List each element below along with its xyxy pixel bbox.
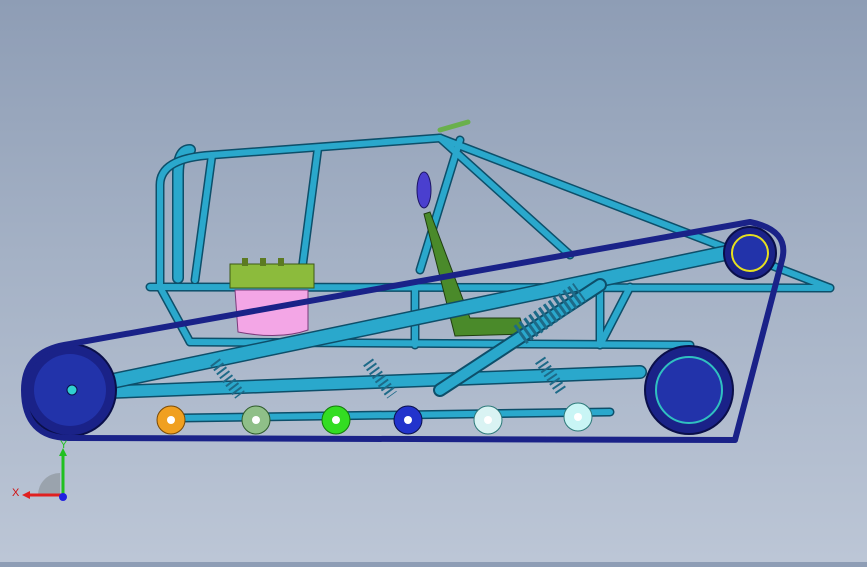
drive-sprocket[interactable]: [644, 345, 734, 435]
triad-plane: [38, 473, 60, 495]
x-arrow-icon: [22, 491, 30, 499]
upper-idler-wheel[interactable]: [723, 226, 777, 280]
exhaust-pipe[interactable]: [172, 144, 196, 284]
y-axis-label: Y: [60, 440, 68, 451]
bogie-wheel-1[interactable]: [156, 405, 186, 435]
cad-viewport[interactable]: X Y: [0, 0, 867, 562]
bogie-wheel-2[interactable]: [241, 405, 271, 435]
x-axis-label: X: [12, 487, 20, 499]
snowbike-assembly-model[interactable]: [0, 0, 867, 562]
z-axis-dot: [59, 493, 67, 501]
bogie-wheel-4[interactable]: [393, 405, 423, 435]
axis-triad: X Y: [12, 440, 68, 501]
bogie-wheel-3[interactable]: [321, 405, 351, 435]
bogie-wheel-5[interactable]: [473, 405, 503, 435]
bogie-wheel-6[interactable]: [563, 402, 593, 432]
headrest[interactable]: [416, 171, 432, 209]
